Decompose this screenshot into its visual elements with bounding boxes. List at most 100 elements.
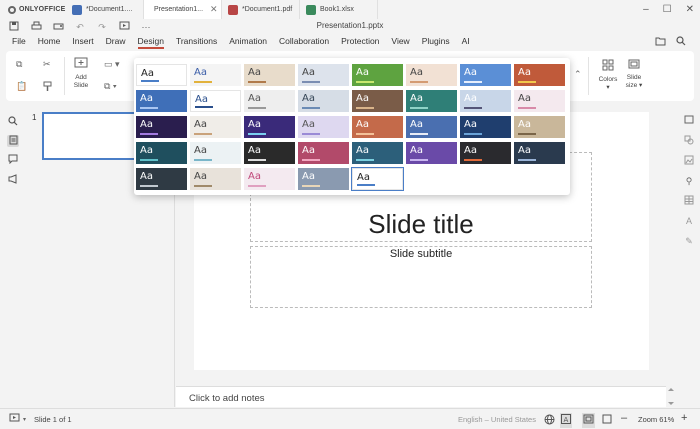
ribbon-tab-animation[interactable]: Animation <box>229 34 267 49</box>
slideshow-icon[interactable] <box>9 413 23 425</box>
theme-thumbnail[interactable]: Aa <box>460 116 511 138</box>
duplicate-slide-icon[interactable]: ⧉ ▾ <box>104 81 117 92</box>
theme-thumbnail[interactable]: Aa <box>514 142 565 164</box>
layout-icon[interactable]: ▭ ▾ <box>104 59 120 70</box>
theme-thumbnail[interactable]: Aa <box>460 142 511 164</box>
spell-check-icon[interactable]: A <box>560 413 572 428</box>
ribbon-tab-draw[interactable]: Draw <box>106 34 126 49</box>
theme-thumbnail[interactable]: Aa <box>190 142 241 164</box>
cut-icon[interactable]: ✂ <box>43 59 51 70</box>
theme-thumbnail[interactable]: Aa <box>351 167 404 191</box>
zoom-level[interactable]: Zoom 61% <box>638 415 674 424</box>
theme-thumbnail[interactable]: Aa <box>352 64 403 86</box>
theme-thumbnail[interactable]: Aa <box>406 142 457 164</box>
theme-thumbnail[interactable]: Aa <box>136 142 187 164</box>
theme-thumbnail[interactable]: Aa <box>514 116 565 138</box>
document-tab[interactable]: Book1.xlsx <box>300 0 378 19</box>
theme-thumbnail[interactable]: Aa <box>136 90 187 112</box>
search-icon[interactable] <box>7 116 19 128</box>
theme-thumbnail[interactable]: Aa <box>244 90 295 112</box>
theme-thumbnail[interactable]: Aa <box>244 168 295 190</box>
theme-thumbnail[interactable]: Aa <box>190 90 241 112</box>
ribbon-tab-transitions[interactable]: Transitions <box>176 34 217 49</box>
theme-thumbnail[interactable]: Aa <box>460 64 511 86</box>
theme-thumbnail[interactable]: Aa <box>190 168 241 190</box>
add-slide-icon[interactable] <box>74 57 88 71</box>
theme-thumbnail[interactable]: Aa <box>136 64 187 86</box>
theme-thumbnail[interactable]: Aa <box>460 90 511 112</box>
ribbon-tab-design[interactable]: Design <box>137 34 164 49</box>
zoom-out-icon[interactable]: – <box>621 412 627 424</box>
fit-width-icon[interactable] <box>602 414 612 427</box>
table-settings-icon[interactable] <box>683 195 695 207</box>
theme-thumbnail[interactable]: Aa <box>352 116 403 138</box>
theme-thumbnail[interactable]: Aa <box>298 64 349 86</box>
fit-slide-icon[interactable] <box>582 413 595 428</box>
ribbon-tab-home[interactable]: Home <box>38 34 61 49</box>
notes-area[interactable]: Click to add notes <box>176 386 666 407</box>
theme-thumbnail[interactable]: Aa <box>514 90 565 112</box>
theme-thumbnail[interactable]: Aa <box>136 116 187 138</box>
theme-thumbnail[interactable]: Aa <box>298 142 349 164</box>
zoom-in-icon[interactable]: + <box>681 412 687 424</box>
theme-thumbnail[interactable]: Aa <box>190 64 241 86</box>
spell-check-language-icon[interactable] <box>544 414 555 428</box>
copy-icon[interactable]: ⧉ <box>16 59 22 70</box>
ribbon-tab-protection[interactable]: Protection <box>341 34 379 49</box>
feedback-icon[interactable] <box>7 174 19 186</box>
chevron-down-icon[interactable]: ▾ <box>23 416 26 423</box>
image-settings-icon[interactable] <box>683 155 695 167</box>
maximize-icon[interactable]: ☐ <box>663 4 672 15</box>
ribbon-tab-view[interactable]: View <box>391 34 409 49</box>
theme-thumbnail[interactable]: Aa <box>190 116 241 138</box>
comments-icon[interactable] <box>7 154 19 166</box>
text-settings-icon[interactable]: A <box>683 215 695 227</box>
theme-thumbnail[interactable]: Aa <box>352 142 403 164</box>
slide-settings-icon[interactable] <box>683 115 695 127</box>
ribbon-tab-collaboration[interactable]: Collaboration <box>279 34 329 49</box>
add-slide-button[interactable]: Add Slide <box>66 74 96 90</box>
theme-thumbnail[interactable]: Aa <box>406 116 457 138</box>
colors-icon[interactable] <box>602 59 614 73</box>
onlyoffice-logo-icon <box>8 5 16 14</box>
theme-thumbnail[interactable]: Aa <box>352 90 403 112</box>
close-icon[interactable]: ✕ <box>686 4 694 15</box>
document-tab[interactable]: Presentation1... ✕ <box>144 0 222 19</box>
theme-sample-text: Aa <box>410 67 423 78</box>
minimize-icon[interactable]: – <box>643 4 649 15</box>
theme-thumbnail[interactable]: Aa <box>514 64 565 86</box>
theme-thumbnail[interactable]: Aa <box>406 64 457 86</box>
ribbon-tab-file[interactable]: File <box>12 34 26 49</box>
subtitle-placeholder[interactable]: Slide subtitle <box>250 246 592 308</box>
slide-thumbnail[interactable] <box>42 112 140 160</box>
theme-thumbnail[interactable]: Aa <box>244 116 295 138</box>
theme-thumbnail[interactable]: Aa <box>244 64 295 86</box>
theme-thumbnail[interactable]: Aa <box>298 168 349 190</box>
search-icon[interactable] <box>676 36 686 48</box>
ribbon-tab-ai[interactable]: AI <box>462 34 470 49</box>
slide-size-label: Slide <box>626 74 642 81</box>
paste-icon[interactable]: 📋 <box>16 81 27 92</box>
document-tab[interactable]: *Document1.... <box>66 0 144 19</box>
open-file-location-icon[interactable] <box>655 36 666 48</box>
signature-settings-icon[interactable]: ✎ <box>683 235 695 247</box>
theme-thumbnail[interactable]: Aa <box>136 168 187 190</box>
chevron-up-icon[interactable]: ⌃ <box>574 69 582 80</box>
shape-settings-icon[interactable] <box>683 135 695 147</box>
ribbon-tab-insert[interactable]: Insert <box>72 34 93 49</box>
theme-thumbnail[interactable]: Aa <box>406 90 457 112</box>
slide-size-icon[interactable] <box>628 59 640 72</box>
document-tab[interactable]: *Document1.pdf <box>222 0 300 19</box>
theme-thumbnail[interactable]: Aa <box>298 90 349 112</box>
notes-scrollbar[interactable] <box>666 386 676 407</box>
theme-accent-bar <box>195 106 213 108</box>
text-art-settings-icon[interactable]: ⚲ <box>683 175 695 187</box>
ribbon-tab-plugins[interactable]: Plugins <box>422 34 450 49</box>
language-label[interactable]: English – United States <box>458 415 536 424</box>
slides-panel-icon[interactable] <box>7 135 19 147</box>
copy-style-icon[interactable] <box>43 81 52 94</box>
theme-thumbnail[interactable]: Aa <box>244 142 295 164</box>
close-tab-icon[interactable]: ✕ <box>210 4 218 15</box>
slide-size-button[interactable]: Slide size ▾ <box>620 74 648 90</box>
theme-thumbnail[interactable]: Aa <box>298 116 349 138</box>
